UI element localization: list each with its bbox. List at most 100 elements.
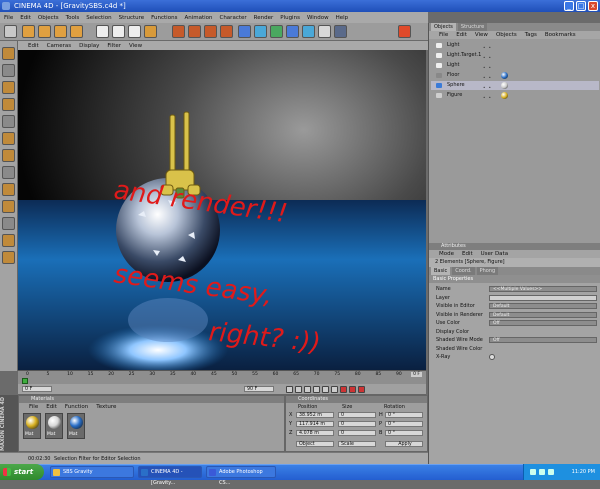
menu-help[interactable]: Help (336, 15, 349, 21)
solo-button[interactable] (2, 251, 15, 264)
material-tag-icon[interactable] (501, 82, 508, 89)
render-settings-button[interactable] (204, 25, 217, 38)
z-axis-button[interactable] (128, 25, 141, 38)
start-button[interactable]: start (0, 464, 44, 480)
points-mode-button[interactable] (2, 115, 15, 128)
object-row-light[interactable]: Light • • (431, 61, 599, 70)
viewport-menu-display[interactable]: Display (79, 43, 99, 49)
attr-tab-phong[interactable]: Phong (476, 267, 499, 275)
y-axis-button[interactable] (112, 25, 125, 38)
coord-size-field[interactable]: 0 (338, 421, 376, 427)
coord-size-field[interactable]: 0 (338, 430, 376, 436)
close-button[interactable]: x (588, 1, 598, 11)
coord-size-select[interactable]: Scale (338, 441, 376, 447)
animation-mode-button[interactable] (2, 166, 15, 179)
move-button[interactable] (22, 25, 35, 38)
edges-mode-button[interactable] (2, 132, 15, 145)
attributes-menu-edit[interactable]: Edit (462, 251, 473, 257)
polygons-mode-button[interactable] (2, 149, 15, 162)
security-icon[interactable] (548, 469, 554, 475)
tab-structure[interactable]: Structure (457, 23, 488, 31)
animation-timeline[interactable]: 0 5 10 15 20 25 30 35 40 45 50 55 60 65 70 75 80 85 90 0 F (18, 370, 426, 384)
coord-rotation-field[interactable]: 0 ° (385, 421, 423, 427)
object-mode-button[interactable] (2, 64, 15, 77)
objects-menu-view[interactable]: View (475, 32, 488, 38)
coord-position-field[interactable]: 4.078 m (296, 430, 334, 436)
attr-value-visible-in-editor[interactable]: Default (489, 303, 597, 309)
snap-button[interactable] (2, 200, 15, 213)
objects-menu-bookmarks[interactable]: Bookmarks (545, 32, 576, 38)
light-button[interactable] (398, 25, 411, 38)
prev-key-button[interactable] (295, 386, 302, 393)
materials-menu-function[interactable]: Function (65, 404, 88, 410)
attr-value-layer[interactable] (489, 294, 597, 301)
menu-tools[interactable]: Tools (66, 15, 80, 21)
xray-checkbox[interactable] (489, 354, 495, 360)
render-view-button[interactable] (172, 25, 185, 38)
attr-tab-basic[interactable]: Basic (431, 267, 451, 275)
menu-file[interactable]: File (4, 15, 13, 21)
record-button[interactable] (340, 386, 347, 393)
end-frame-field[interactable]: 90 F (244, 386, 274, 392)
objects-menu-edit[interactable]: Edit (456, 32, 467, 38)
menu-structure[interactable]: Structure (119, 15, 145, 21)
live-select-button[interactable] (70, 25, 83, 38)
material-tag-icon[interactable] (501, 92, 508, 99)
play-button[interactable] (313, 386, 320, 393)
deformer-button[interactable] (270, 25, 283, 38)
render-picture-button[interactable] (188, 25, 201, 38)
menu-window[interactable]: Window (307, 15, 329, 21)
taskbar-task-adobe-photoshop-cs[interactable]: Adobe Photoshop CS... (206, 466, 276, 486)
camera-button[interactable] (334, 25, 347, 38)
render-region-button[interactable] (220, 25, 233, 38)
viewport-menu-cameras[interactable]: Cameras (47, 43, 71, 49)
viewport-menu-view[interactable]: View (129, 43, 142, 49)
coord-position-field[interactable]: 117.914 m (296, 421, 334, 427)
x-axis-button[interactable] (96, 25, 109, 38)
network-icon[interactable] (530, 469, 536, 475)
objects-menu-tags[interactable]: Tags (525, 32, 537, 38)
material-swatch[interactable]: Mat (23, 413, 41, 439)
start-frame-field[interactable]: 0 F (22, 386, 52, 392)
next-key-button[interactable] (322, 386, 329, 393)
menu-render[interactable]: Render (254, 15, 274, 21)
model-mode-button[interactable] (2, 47, 15, 60)
tweak-mode-button[interactable] (2, 183, 15, 196)
object-row-light-target-1[interactable]: Light.Target.1 • • (431, 51, 599, 60)
objects-menu-file[interactable]: File (439, 32, 448, 38)
coord-mode-select[interactable]: Object (296, 441, 334, 447)
viewport-menu-edit[interactable]: Edit (28, 43, 39, 49)
menu-animation[interactable]: Animation (184, 15, 212, 21)
object-row-sphere[interactable]: Sphere • • (431, 81, 599, 90)
attr-value-name[interactable]: <<Multiple Values>> (489, 286, 597, 292)
taskbar-task-cinema-4d-gravity[interactable]: CINEMA 4D - [Gravity... (138, 466, 202, 486)
coord-position-field[interactable]: 38.952 m (296, 412, 334, 418)
taskbar-task-sbs-gravity[interactable]: SBS Gravity (50, 466, 134, 478)
3d-viewport[interactable]: and render!!! seems easy, right? :)) (18, 50, 426, 370)
texture-mode-button[interactable] (2, 81, 15, 94)
maximize-button[interactable]: □ (576, 1, 586, 11)
object-row-light[interactable]: Light • • (431, 41, 599, 50)
menu-selection[interactable]: Selection (86, 15, 111, 21)
deform-button[interactable] (2, 234, 15, 247)
rotate-button[interactable] (54, 25, 67, 38)
attributes-menu-user-data[interactable]: User Data (481, 251, 508, 257)
coord-size-field[interactable]: 0 (338, 412, 376, 418)
nurbs-button[interactable] (254, 25, 267, 38)
material-tag-icon[interactable] (501, 72, 508, 79)
viewport-menu-filter[interactable]: Filter (107, 43, 121, 49)
attr-value-visible-in-renderer[interactable]: Default (489, 311, 597, 318)
menu-edit[interactable]: Edit (20, 15, 31, 21)
apply-button[interactable]: Apply (385, 441, 423, 447)
materials-menu-texture[interactable]: Texture (96, 404, 116, 410)
attr-tab-coord[interactable]: Coord. (452, 267, 475, 275)
object-row-figure[interactable]: Figure • • (431, 91, 599, 100)
array-button[interactable] (286, 25, 299, 38)
material-swatch[interactable]: Mat (45, 413, 63, 439)
objects-menu-objects[interactable]: Objects (496, 32, 517, 38)
material-swatch[interactable]: Mat (67, 413, 85, 439)
go-end-button[interactable] (331, 386, 338, 393)
scale-button[interactable] (38, 25, 51, 38)
undo-button[interactable] (4, 25, 17, 38)
volume-icon[interactable] (539, 469, 545, 475)
